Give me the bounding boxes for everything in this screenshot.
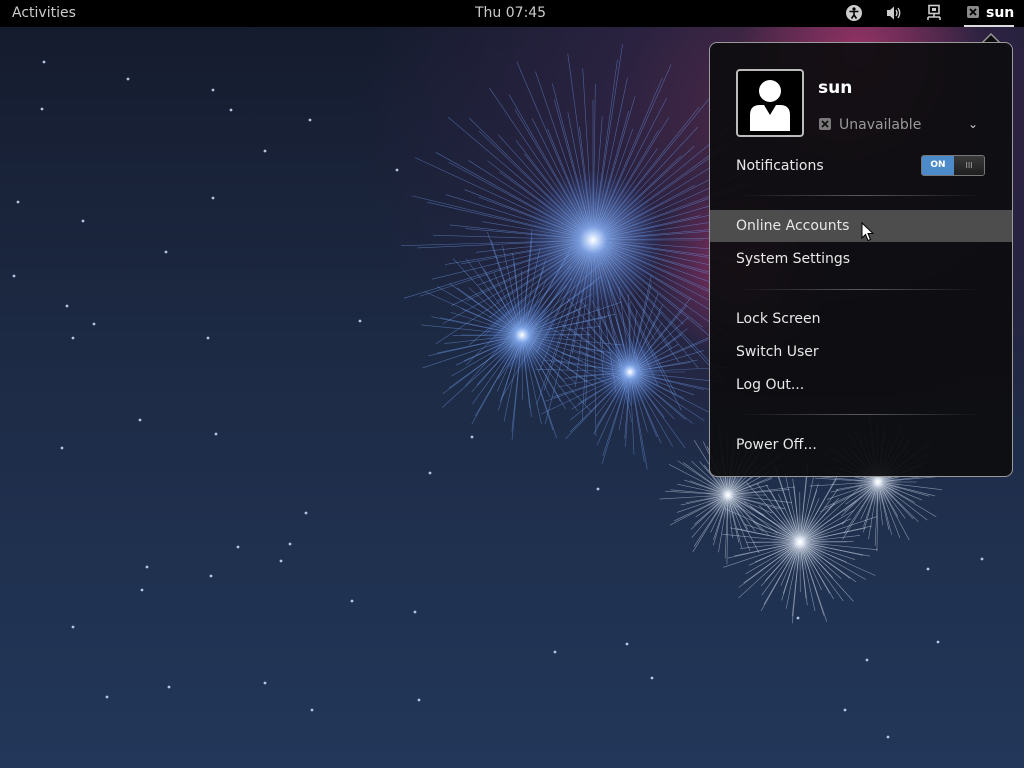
volume-icon[interactable] (884, 3, 904, 23)
menu-item-label: Lock Screen (736, 311, 821, 327)
toggle-on-label: ON (922, 156, 954, 175)
menu-item-label: Log Out... (736, 377, 805, 393)
status-selector[interactable]: Unavailable ⌄ (818, 115, 980, 137)
network-icon[interactable] (924, 3, 944, 23)
notifications-label: Notifications (736, 158, 824, 174)
notifications-toggle[interactable]: ON III (921, 155, 985, 176)
user-avatar-icon (750, 80, 790, 131)
user-status-unavailable-icon (965, 4, 981, 20)
clock[interactable]: Thu 07:45 (475, 5, 546, 21)
lock-screen-item[interactable]: Lock Screen (710, 303, 1012, 335)
menu-item-label: Switch User (736, 344, 819, 360)
menu-item-label: Power Off... (736, 437, 817, 453)
switch-user-item[interactable]: Switch User (710, 336, 1012, 368)
log-out-item[interactable]: Log Out... (710, 369, 1012, 401)
user-menu: sun Unavailable ⌄ Notifications ON III O… (709, 42, 1013, 477)
menu-item-label: Online Accounts (736, 218, 850, 234)
power-off-item[interactable]: Power Off... (710, 429, 1012, 461)
system-settings-item[interactable]: System Settings (710, 243, 1012, 275)
user-menu-button[interactable]: sun (962, 0, 1024, 27)
top-bar: Activities Thu 07:45 sun (0, 0, 1024, 27)
status-label: Unavailable (839, 117, 922, 133)
activities-button[interactable]: Activities (12, 5, 76, 21)
mouse-pointer-icon (861, 222, 875, 242)
avatar[interactable] (736, 69, 804, 137)
separator (740, 289, 982, 290)
separator (740, 414, 982, 415)
chevron-down-icon: ⌄ (968, 117, 979, 131)
separator (740, 195, 982, 196)
active-indicator (964, 25, 1014, 27)
top-bar-user-name: sun (986, 5, 1015, 21)
accessibility-icon[interactable] (844, 3, 864, 23)
unavailable-icon (818, 117, 832, 135)
toggle-knob: III (954, 156, 984, 175)
menu-item-label: System Settings (736, 251, 851, 267)
user-name: sun (818, 78, 853, 98)
